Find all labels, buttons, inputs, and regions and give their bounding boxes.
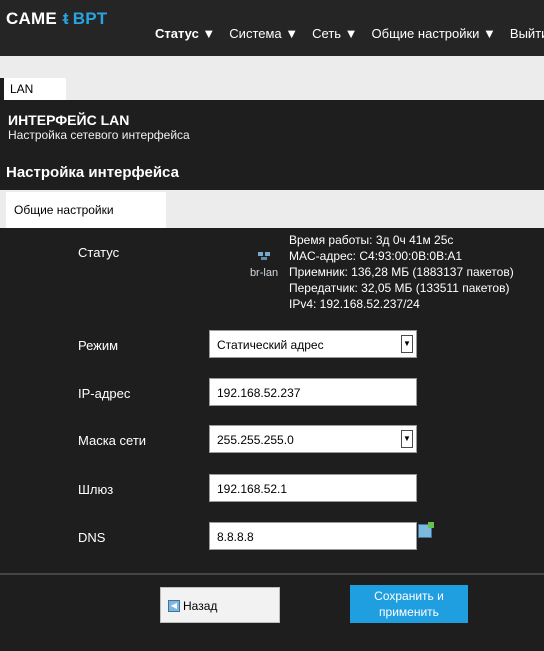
top-bar: CAME ᵵ BPT Статус ▼ Система ▼ Сеть ▼ Общие… — [0, 0, 544, 56]
tx-line: Передатчик: 32,05 МБ (133511 пакетов) — [289, 281, 510, 295]
status-label: Статус — [78, 245, 120, 260]
ip-input[interactable]: 192.168.52.237 — [209, 378, 417, 406]
network-icon — [257, 250, 271, 264]
mask-select[interactable]: 255.255.255.0 ▼ — [209, 425, 417, 453]
mode-value: Статический адрес — [217, 338, 324, 352]
add-icon[interactable] — [418, 522, 434, 538]
nav-logout[interactable]: Выйти — [510, 26, 544, 41]
nav-general-settings[interactable]: Общие настройки ▼ — [372, 26, 496, 41]
mask-label: Маска сети — [78, 433, 147, 448]
nav-system[interactable]: Система ▼ — [229, 26, 298, 41]
interface-name: br-lan — [249, 267, 279, 279]
section-title: Настройка интерфейса — [6, 164, 179, 181]
ip-label: IP-адрес — [78, 386, 131, 401]
ipv4-line: IPv4: 192.168.52.237/24 — [289, 297, 420, 311]
rx-line: Приемник: 136,28 МБ (1883137 пакетов) — [289, 265, 514, 279]
tab-general-settings[interactable]: Общие настройки — [6, 192, 166, 228]
page-title: ИНТЕРФЕЙС LAN — [8, 112, 130, 128]
gateway-input[interactable]: 192.168.52.1 — [209, 474, 417, 502]
divider — [0, 573, 544, 575]
logo-came: CAME — [6, 9, 57, 28]
uptime-line: Время работы: 3д 0ч 41м 25с — [289, 233, 454, 247]
status-details: Время работы: 3д 0ч 41м 25с MAC-адрес: C… — [289, 232, 514, 312]
back-icon: ◀ — [168, 600, 180, 612]
back-button[interactable]: ◀ Назад — [160, 587, 280, 623]
dropdown-arrow-icon[interactable]: ▼ — [401, 335, 413, 353]
logo-mark: ᵵ — [62, 9, 69, 28]
mac-line: MAC-адрес: C4:93:00:0B:0B:A1 — [289, 249, 463, 263]
logo: CAME ᵵ BPT — [6, 9, 107, 29]
back-button-label: Назад — [183, 599, 218, 613]
header-strip — [0, 56, 544, 78]
main-nav: Статус ▼ Система ▼ Сеть ▼ Общие настройк… — [155, 26, 544, 41]
dropdown-arrow-icon[interactable]: ▼ — [401, 430, 413, 448]
mode-select[interactable]: Статический адрес ▼ — [209, 330, 417, 358]
mode-label: Режим — [78, 338, 119, 353]
dns-label: DNS — [78, 530, 106, 545]
nav-network[interactable]: Сеть ▼ — [312, 26, 357, 41]
nav-status[interactable]: Статус ▼ — [155, 26, 215, 41]
page-subtitle: Настройка сетевого интерфейса — [8, 128, 190, 142]
tab-bar — [66, 78, 544, 100]
mask-value: 255.255.255.0 — [217, 433, 294, 447]
save-apply-button[interactable]: Сохранить и применить — [350, 585, 468, 623]
dns-input[interactable]: 8.8.8.8 — [209, 522, 417, 550]
tab-lan[interactable]: LAN — [4, 78, 66, 100]
interface-indicator: br-lan — [244, 250, 284, 279]
gateway-label: Шлюз — [78, 482, 114, 497]
logo-bpt: BPT — [72, 9, 108, 28]
